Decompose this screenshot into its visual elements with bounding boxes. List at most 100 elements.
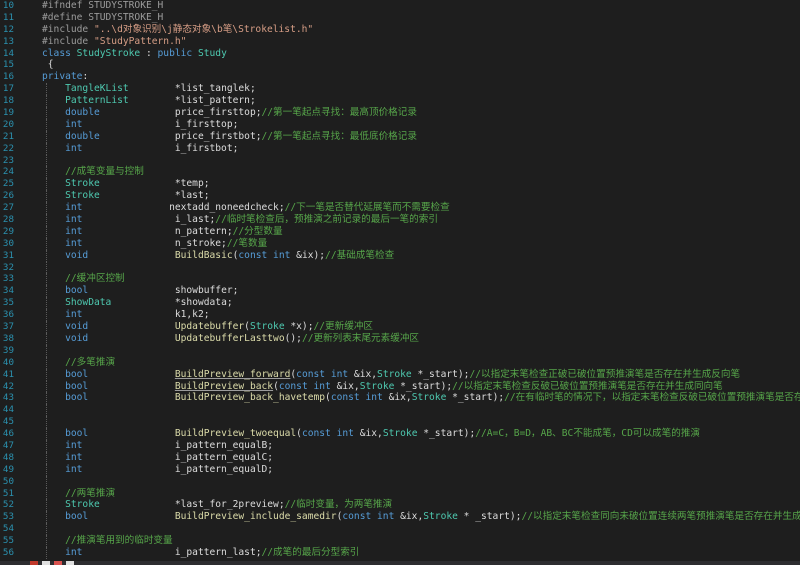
- code-line[interactable]: 36 int k1,k2;: [0, 309, 800, 322]
- code-line[interactable]: 51 //两笔推演: [0, 487, 800, 500]
- code-line[interactable]: 10 #ifndef STUDYSTROKE_H: [0, 0, 800, 12]
- code-line[interactable]: 46 bool BuildPreview_twoequal(const int …: [0, 428, 800, 440]
- code-token: Stroke: [411, 392, 447, 404]
- code-line[interactable]: 31 void BuildBasic(const int &ix);//基础成笔…: [0, 249, 800, 262]
- code-line[interactable]: 45: [0, 416, 800, 429]
- code-line[interactable]: 25 Stroke *temp;: [0, 178, 800, 191]
- code-text: Stroke *last;: [42, 190, 209, 202]
- fold-gutter: [28, 155, 38, 167]
- line-number: 49: [2, 463, 14, 475]
- code-line[interactable]: 54: [0, 523, 800, 536]
- code-text: #define STUDYSTROKE_H: [42, 12, 163, 24]
- code-token: BuildPreview_twoequal: [174, 428, 297, 440]
- code-token: //下一笔是否替代延展笔而不需要检查: [284, 202, 450, 214]
- code-token: nextadd_noneedcheck;: [82, 202, 285, 214]
- code-token: //以指定末笔检查反破已破位置预推演笔是否存在并生成同向笔: [452, 380, 723, 392]
- code-text: int i_last;//临时笔检查后，预推演之前记录的最后一笔的索引: [42, 214, 438, 226]
- code-line[interactable]: 37 void Updatebuffer(Stroke *x);//更新缓冲区: [0, 321, 800, 333]
- code-text: double price_firstbot;//第一笔起点寻找：最低底价格记录: [42, 131, 417, 143]
- code-line[interactable]: 21 double price_firstbot;//第一笔起点寻找：最低底价格…: [0, 130, 800, 143]
- code-line[interactable]: 28 int i_last;//临时笔检查后，预推演之前记录的最后一笔的索引: [0, 214, 800, 226]
- line-number: 13: [2, 35, 14, 47]
- code-line[interactable]: 27 int nextadd_noneedcheck;//下一笔是否替代延展笔而…: [0, 202, 800, 215]
- code-line[interactable]: 47 int i_pattern_equalB;: [0, 439, 800, 452]
- indent-guide: [46, 154, 47, 167]
- fold-gutter: [28, 452, 38, 464]
- code-line[interactable]: 18 PatternList *list_pattern;: [0, 95, 800, 108]
- fold-gutter: [28, 48, 38, 60]
- code-token: #include: [42, 23, 94, 35]
- code-line[interactable]: 55 //推演笔用到的临时变量: [0, 535, 800, 547]
- code-line[interactable]: 14 class StudyStroke : public Study: [0, 48, 800, 60]
- indent-guide: [46, 344, 47, 357]
- code-token: #ifndef STUDYSTROKE_H: [42, 0, 164, 11]
- code-line[interactable]: 56 int i_pattern_last;//成笔的最后分型索引: [0, 546, 800, 559]
- code-line[interactable]: 35 ShowData *showdata;: [0, 297, 800, 310]
- code-line[interactable]: 29 int n_pattern;//分型数量: [0, 225, 800, 238]
- code-token: const int: [301, 428, 354, 440]
- code-text: class StudyStroke : public Study: [42, 48, 227, 60]
- code-line[interactable]: 26 Stroke *last;: [0, 190, 800, 203]
- code-line[interactable]: 44: [0, 404, 800, 417]
- fold-gutter: [28, 464, 38, 476]
- code-line[interactable]: 52 Stroke *last_for_2preview;//临时变量，为两笔推…: [0, 499, 800, 512]
- code-token: n_pattern;: [82, 225, 233, 237]
- code-line[interactable]: 48 int i_pattern_equalC;: [0, 451, 800, 464]
- code-line[interactable]: 12 #include "..\d对象识别\j静态对象\b笔\Strokelist…: [0, 24, 800, 36]
- code-line[interactable]: 17 TangleKList *list_tanglek;: [0, 83, 800, 96]
- code-text: bool BuildPreview_twoequal(const int &ix…: [42, 428, 700, 440]
- code-line[interactable]: 39: [0, 344, 800, 357]
- code-token: Study: [197, 47, 227, 59]
- code-line[interactable]: 16 private:: [0, 71, 800, 83]
- code-line[interactable]: 22 int i_firstbot;: [0, 142, 800, 155]
- code-line[interactable]: 13 #include "StudyPattern.h": [0, 36, 800, 48]
- code-token: BuildPreview_back_havetemp: [174, 392, 326, 404]
- code-line[interactable]: 23: [0, 154, 800, 167]
- code-token: price_firsttop;: [99, 107, 262, 119]
- code-line[interactable]: 41 bool BuildPreview_forward(const int &…: [0, 368, 800, 381]
- code-line[interactable]: 33 //缓冲区控制: [0, 273, 800, 286]
- code-token: n_stroke;: [82, 237, 227, 249]
- fold-gutter: [28, 95, 38, 107]
- fold-gutter: [28, 119, 38, 131]
- code-line[interactable]: 24 //成笔变量与控制: [0, 166, 800, 179]
- code-line[interactable]: 42 bool BuildPreview_back(const int &ix,…: [0, 380, 800, 393]
- code-line[interactable]: 15 {: [0, 59, 800, 71]
- code-line[interactable]: 30 int n_stroke;//笔数量: [0, 237, 800, 250]
- code-text: void Updatebuffer(Stroke *x);//更新缓冲区: [42, 321, 373, 333]
- code-line[interactable]: 40 //多笔推演: [0, 356, 800, 369]
- code-editor[interactable]: 10 #ifndef STUDYSTROKE_H 11 #define STUDYST…: [0, 0, 800, 561]
- code-text: bool BuildPreview_back(const int &ix,Str…: [42, 381, 723, 393]
- code-token: //A=C，B=D，AB、BC不能成笔，CD可以成笔的推演: [475, 428, 701, 440]
- code-token: bool: [65, 285, 89, 297]
- code-token: //第一笔起点寻找：最高顶价格记录: [261, 107, 417, 119]
- fold-gutter: [28, 178, 38, 190]
- code-line[interactable]: 49 int i_pattern_equalD;: [0, 463, 800, 476]
- code-token: :: [140, 47, 158, 59]
- code-line[interactable]: 34 bool showbuffer;: [0, 285, 800, 298]
- code-token: ShowData: [65, 297, 112, 309]
- code-line[interactable]: 50: [0, 475, 800, 488]
- code-line[interactable]: 20 int i_firsttop;: [0, 118, 800, 131]
- code-line[interactable]: 19 double price_firsttop;//第一笔起点寻找：最高顶价格…: [0, 107, 800, 119]
- code-line[interactable]: 38 void UpdatebufferLasttwo();//更新列表末尾元素…: [0, 332, 800, 345]
- code-line[interactable]: 43 bool BuildPreview_back_havetemp(const…: [0, 392, 800, 405]
- line-number: 56: [2, 546, 14, 558]
- code-text: //推演笔用到的临时变量: [42, 535, 173, 547]
- code-text: int n_pattern;//分型数量: [42, 225, 282, 238]
- code-line[interactable]: 11 #define STUDYSTROKE_H: [0, 12, 800, 24]
- status-bar: [0, 561, 800, 565]
- code-line[interactable]: 32: [0, 261, 800, 274]
- code-token: BuildBasic: [174, 249, 233, 261]
- line-number: 27: [2, 202, 14, 214]
- fold-gutter: [28, 250, 38, 262]
- line-number: 12: [2, 23, 14, 35]
- code-text: Stroke *temp;: [42, 178, 209, 190]
- code-line[interactable]: 53 bool BuildPreview_include_samedir(con…: [0, 511, 800, 524]
- code-token: void: [65, 332, 89, 344]
